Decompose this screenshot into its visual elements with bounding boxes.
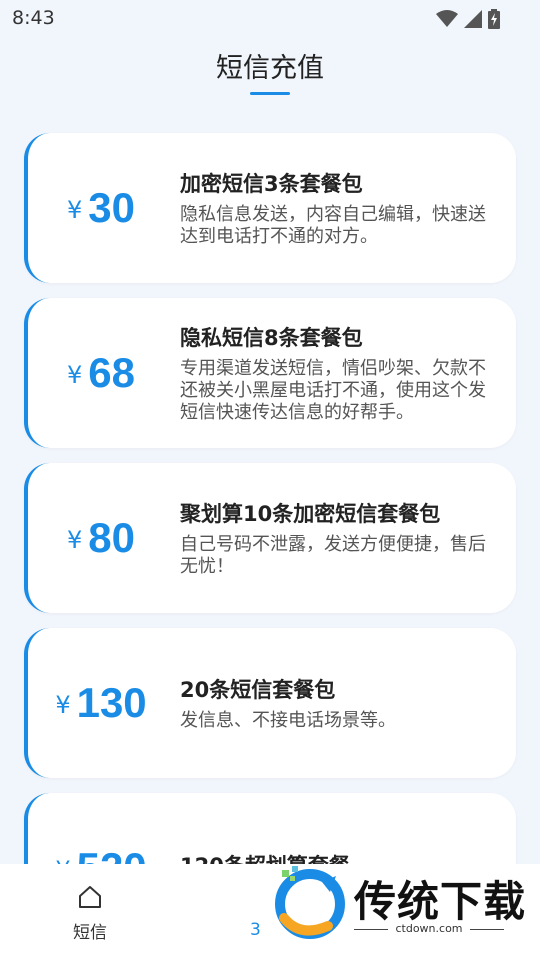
battery-icon: [488, 9, 500, 29]
nav-item-sms[interactable]: 短信: [60, 884, 120, 943]
package-info: 隐私短信8条套餐包 专用渠道发送短信，情侣吵架、欠款不还被关小黑屋电话打不通，使…: [180, 298, 496, 448]
package-list: ¥ 30 加密短信3条套餐包 隐私信息发送，内容自己编辑，快速送达到电话打不通的…: [24, 133, 516, 958]
brand-logo-icon: [275, 866, 345, 939]
package-description: 发信息、不接电话场景等。: [180, 710, 396, 731]
home-icon: [79, 886, 101, 908]
package-price: ¥ 68: [28, 298, 174, 448]
package-title: 隐私短信8条套餐包: [180, 326, 363, 350]
nav-item-second[interactable]: 3: [250, 920, 261, 940]
currency-symbol: ¥: [55, 691, 71, 719]
title-underline: [250, 92, 290, 95]
package-description: 隐私信息发送，内容自己编辑，快速送达到电话打不通的对方。: [180, 204, 486, 247]
currency-symbol: ¥: [67, 196, 83, 224]
package-card[interactable]: ¥ 80 聚划算10条加密短信套餐包 自己号码不泄露，发送方便便捷，售后无忧！: [24, 463, 516, 613]
watermark-line-right: [470, 929, 504, 930]
package-info: 聚划算10条加密短信套餐包 自己号码不泄露，发送方便便捷，售后无忧！: [180, 463, 496, 613]
package-price: ¥ 80: [28, 463, 174, 613]
package-info: 加密短信3条套餐包 隐私信息发送，内容自己编辑，快速送达到电话打不通的对方。: [180, 133, 496, 283]
status-time: 8:43: [12, 7, 55, 29]
price-value: 68: [88, 349, 135, 396]
package-title: 聚划算10条加密短信套餐包: [180, 502, 441, 526]
watermark-brand: 传统下载: [354, 877, 527, 926]
price-value: 130: [76, 679, 147, 726]
watermark: 传统下载 ctdown.com: [268, 856, 528, 948]
price-value: 80: [88, 514, 135, 561]
price-value: 30: [88, 184, 135, 231]
package-description: 专用渠道发送短信，情侣吵架、欠款不还被关小黑屋电话打不通，使用这个发短信快速传达…: [180, 358, 486, 423]
package-card[interactable]: ¥ 30 加密短信3条套餐包 隐私信息发送，内容自己编辑，快速送达到电话打不通的…: [24, 133, 516, 283]
wifi-icon: [436, 10, 458, 27]
package-card[interactable]: ¥ 68 隐私短信8条套餐包 专用渠道发送短信，情侣吵架、欠款不还被关小黑屋电话…: [24, 298, 516, 448]
currency-symbol: ¥: [67, 526, 83, 554]
package-info: 20条短信套餐包 发信息、不接电话场景等。: [180, 628, 496, 778]
signal-icon: [464, 10, 482, 28]
package-title: 20条短信套餐包: [180, 678, 336, 702]
page-title: 短信充值: [216, 53, 324, 84]
status-icons: [436, 9, 500, 29]
package-price: ¥ 130: [28, 628, 174, 778]
package-price: ¥ 30: [28, 133, 174, 283]
nav-label: 短信: [73, 923, 107, 943]
package-card[interactable]: ¥ 130 20条短信套餐包 发信息、不接电话场景等。: [24, 628, 516, 778]
package-title: 加密短信3条套餐包: [180, 172, 363, 196]
status-bar: 8:43: [0, 0, 540, 36]
currency-symbol: ¥: [67, 361, 83, 389]
package-description: 自己号码不泄露，发送方便便捷，售后无忧！: [180, 534, 486, 577]
